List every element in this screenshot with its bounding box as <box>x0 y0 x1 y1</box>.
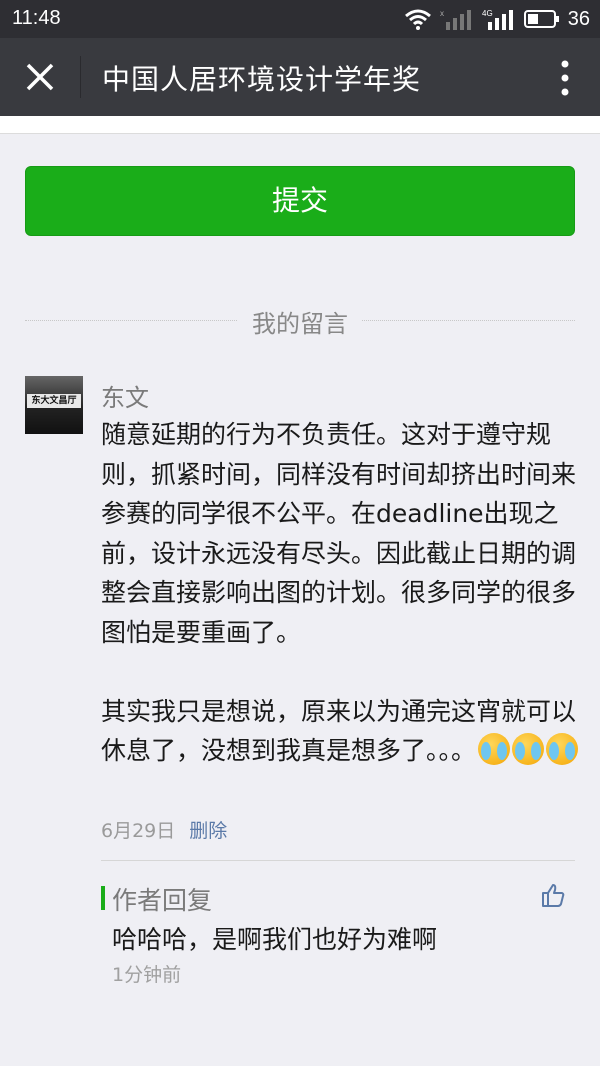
avatar[interactable]: 东大文昌厅 <box>25 376 83 434</box>
reply-time: 1分钟前 <box>112 964 182 986</box>
comment-date: 6月29日 <box>101 820 176 842</box>
submit-button[interactable]: 提交 <box>25 166 575 236</box>
status-time: 11:48 <box>12 7 61 29</box>
signal-empty-icon: x <box>440 9 471 30</box>
comment-body: 随意延期的行为不负责任。这对于遵守规则，抓紧时间，同样没有时间却挤出时间来参赛的… <box>101 415 581 771</box>
battery-icon <box>523 10 559 28</box>
title-bar: 中国人居环境设计学年奖 <box>0 38 600 116</box>
signal-4g-icon: 4G <box>482 9 513 30</box>
reply-accent-bar <box>101 886 105 910</box>
facepalm-cry-emoji <box>546 733 579 765</box>
reply-text: 哈哈哈，是啊我们也好为难啊 <box>112 925 438 954</box>
section-divider: 我的留言 <box>25 300 575 340</box>
comment-author: 东文 <box>101 384 149 412</box>
page-title: 中国人居环境设计学年奖 <box>102 63 422 96</box>
comment-text: 随意延期的行为不负责任。这对于遵守规则，抓紧时间，同样没有时间却挤出时间来参赛的… <box>101 420 577 765</box>
avatar-sign-text: 东大文昌厅 <box>27 394 81 408</box>
wifi-icon <box>404 9 431 30</box>
delete-link[interactable]: 删除 <box>189 820 227 842</box>
status-bar: 11:48 x 4G 36 <box>0 0 600 38</box>
battery-level: 36 <box>567 7 590 30</box>
svg-text:x: x <box>440 9 444 18</box>
thumbs-up-icon[interactable] <box>540 882 566 908</box>
comment-meta: 6月29日 删除 <box>101 816 227 843</box>
svg-text:4G: 4G <box>482 9 493 18</box>
facepalm-cry-emoji <box>512 733 545 765</box>
title-separator <box>80 56 81 98</box>
close-icon[interactable] <box>22 59 58 95</box>
facepalm-cry-emoji <box>478 733 511 765</box>
author-reply-label: 作者回复 <box>112 886 213 915</box>
reply-separator <box>101 860 575 861</box>
content-top-strip <box>0 116 600 134</box>
more-options-icon[interactable] <box>560 60 570 96</box>
my-comments-heading: 我的留言 <box>238 304 362 339</box>
status-icons: x 4G 36 <box>404 6 590 32</box>
